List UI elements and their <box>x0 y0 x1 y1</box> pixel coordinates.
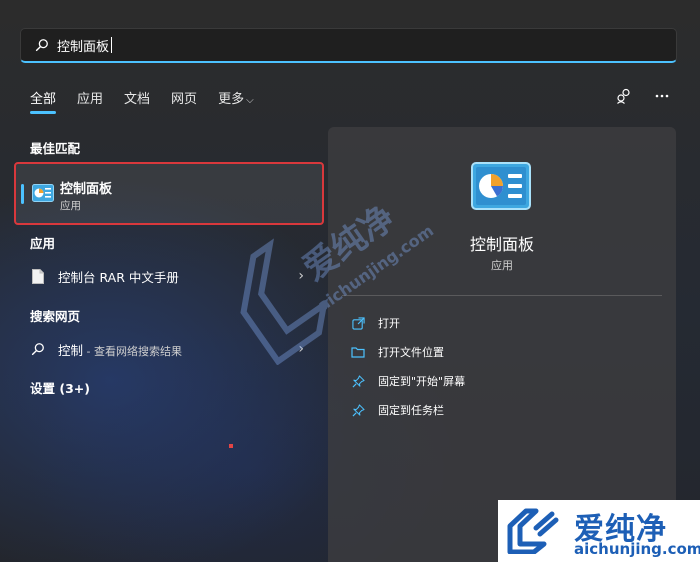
tab-more[interactable]: 更多 ⌵ <box>218 88 254 107</box>
web-result-text: 控制 - 查看网络搜索结果 <box>58 340 182 359</box>
open-icon <box>350 315 366 331</box>
chevron-right-icon[interactable]: › <box>298 268 304 284</box>
preview-type: 应用 <box>491 259 513 272</box>
control-panel-icon <box>32 184 54 202</box>
more-options-icon[interactable] <box>652 86 672 106</box>
preview-title: 控制面板 <box>469 235 534 254</box>
pin-icon <box>350 402 366 418</box>
preview-panel: 控制面板 应用 打开 打开文件位置 固定到"开始"屏幕 固定到任务栏 <box>328 127 676 562</box>
best-match-type: 应用 <box>60 200 81 212</box>
action-pin-taskbar-label: 固定到任务栏 <box>378 404 444 417</box>
app-result-name: 控制台 RAR 中文手册 <box>58 269 179 285</box>
folder-icon <box>350 344 366 360</box>
document-icon <box>30 268 46 284</box>
tab-more-label: 更多 <box>218 91 245 107</box>
search-icon <box>30 341 46 357</box>
selection-indicator <box>21 184 24 204</box>
section-apps: 应用 <box>30 236 56 251</box>
action-open-file-location[interactable]: 打开文件位置 <box>350 341 444 363</box>
tab-all[interactable]: 全部 <box>30 88 57 114</box>
web-result-hint: - 查看网络搜索结果 <box>83 344 182 358</box>
section-web: 搜索网页 <box>30 309 81 324</box>
watermark-logo-icon <box>507 508 559 554</box>
search-icon <box>35 39 48 52</box>
action-open-label: 打开 <box>378 317 400 330</box>
action-open[interactable]: 打开 <box>350 312 400 334</box>
chevron-down-icon: ⌵ <box>246 94 254 106</box>
tab-web[interactable]: 网页 <box>171 88 197 107</box>
watermark-badge: 爱纯净 aichunjing.com <box>498 500 700 562</box>
search-box[interactable]: 控制面板 <box>20 28 677 63</box>
filter-tabs: 全部 应用 文档 网页 更多 ⌵ <box>30 86 275 114</box>
best-match-name: 控制面板 <box>60 182 113 197</box>
divider <box>342 295 662 296</box>
text-cursor <box>111 37 113 53</box>
web-result-query: 控制 <box>58 342 84 358</box>
search-input[interactable]: 控制面板 <box>57 36 109 55</box>
tab-documents[interactable]: 文档 <box>124 88 150 107</box>
action-pin-start[interactable]: 固定到"开始"屏幕 <box>350 370 465 392</box>
section-settings[interactable]: 设置 (3+) <box>30 378 90 397</box>
red-marker <box>229 444 233 448</box>
action-open-file-location-label: 打开文件位置 <box>378 346 444 359</box>
list-item[interactable]: 控制台 RAR 中文手册 › <box>30 262 310 290</box>
pin-icon <box>350 373 366 389</box>
best-match-item[interactable]: 控制面板 应用 <box>14 162 324 225</box>
tab-apps[interactable]: 应用 <box>77 88 103 107</box>
list-item[interactable]: 控制 - 查看网络搜索结果 › <box>30 335 310 363</box>
action-pin-start-label: 固定到"开始"屏幕 <box>378 375 466 388</box>
control-panel-large-icon <box>471 162 531 210</box>
watermark-brand-en: aichunjing.com <box>574 540 700 558</box>
account-switch-icon[interactable] <box>614 86 634 106</box>
chevron-right-icon[interactable]: › <box>298 341 304 357</box>
top-icon-bar <box>596 86 672 106</box>
section-best-match: 最佳匹配 <box>30 141 81 156</box>
action-pin-taskbar[interactable]: 固定到任务栏 <box>350 399 444 421</box>
